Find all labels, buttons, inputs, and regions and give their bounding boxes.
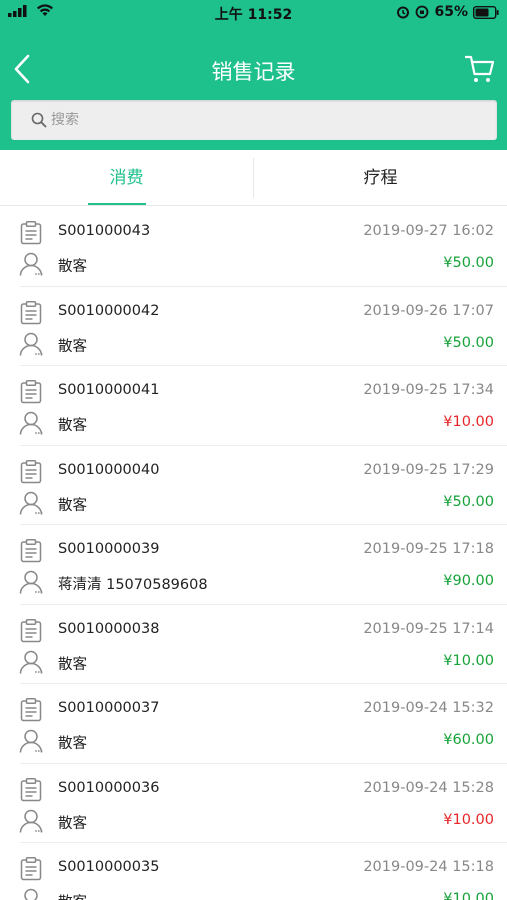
user-icon [19,252,43,276]
clipboard-icon [20,300,42,324]
list-item[interactable]: S0010000040 2019-09-25 17:29 散客 ¥50.00 [0,446,507,525]
order-number: S0010000042 [58,302,160,319]
customer-name: 散客 [58,497,87,514]
orientation-lock-icon [416,5,429,19]
order-amount: ¥10.00 [443,414,494,430]
clipboard-icon [20,221,42,245]
order-time: 2019-09-25 17:14 [363,620,494,637]
order-number: S0010000038 [58,620,160,637]
order-time: 2019-09-25 17:29 [363,461,494,478]
status-bar: 上午 11:52 65% [0,0,507,26]
order-number: S0010000037 [58,700,160,716]
active-tab-indicator [88,203,146,205]
list-item[interactable]: S0010000039 2019-09-25 17:18 蒋清清 1507058… [0,525,507,605]
order-amount: ¥50.00 [443,255,494,271]
clipboard-icon [20,380,42,404]
nav-bar: 销售记录 [0,40,507,98]
order-number: S0010000035 [58,859,160,875]
list-item[interactable]: S0010000035 2019-09-24 15:18 散客 ¥10.00 [0,843,507,900]
user-icon [19,650,43,674]
order-number: S0010000036 [58,779,160,796]
user-icon [19,809,43,833]
order-time: 2019-09-24 15:32 [363,700,494,716]
list-item[interactable]: S001000043 2019-09-27 16:02 散客 ¥50.00 [0,207,507,287]
cart-button[interactable] [464,54,495,84]
tab-consumption[interactable]: 消费 [0,150,253,206]
tab-bar: 消费 疗程 [0,150,507,206]
order-number: S0010000039 [58,541,160,557]
customer-name: 散客 [58,656,87,673]
customer-name: 散客 [58,891,87,900]
user-icon [19,570,43,594]
order-number: S0010000040 [58,461,160,478]
order-time: 2019-09-24 15:28 [363,779,494,796]
search-input[interactable] [51,100,481,140]
user-icon [19,491,43,515]
user-icon [24,888,38,900]
clipboard-icon [20,698,42,722]
list-item[interactable]: S0010000037 2019-09-24 15:32 散客 ¥60.00 [0,684,507,764]
cart-icon [464,55,495,82]
battery-percent: 65% [434,4,468,20]
user-icon [19,411,43,435]
user-icon [19,332,43,356]
clipboard-icon [20,857,42,881]
page-title: 销售记录 [211,60,296,84]
clipboard-icon [20,777,42,801]
order-amount: ¥50.00 [443,334,494,351]
order-time: 2019-09-27 16:02 [363,223,494,239]
order-number: S0010000041 [58,382,160,398]
order-time: 2019-09-25 17:18 [363,541,494,557]
user-icon [19,729,43,753]
list-item[interactable]: S0010000036 2019-09-24 15:28 散客 ¥10.00 [0,764,507,843]
sales-record-list: S001000043 2019-09-27 16:02 散客 ¥50.00 S0… [0,207,507,900]
search-bar [11,100,497,140]
tab-treatment[interactable]: 疗程 [254,150,507,206]
customer-name: 散客 [58,736,87,752]
search-icon [31,112,47,128]
order-amount: ¥10.00 [443,811,494,828]
customer-name: 散客 [58,418,87,434]
clipboard-icon [20,539,42,563]
order-amount: ¥60.00 [443,732,494,748]
order-amount: ¥10.00 [443,652,494,669]
status-bar-right: 65% [396,4,499,20]
customer-name: 散客 [58,815,87,832]
list-item[interactable]: S0010000042 2019-09-26 17:07 散客 ¥50.00 [0,287,507,366]
order-amount: ¥50.00 [443,493,494,510]
order-time: 2019-09-24 15:18 [363,859,494,875]
order-number: S001000043 [58,223,151,239]
list-item[interactable]: S0010000041 2019-09-25 17:34 散客 ¥10.00 [0,366,507,446]
list-item[interactable]: S0010000038 2019-09-25 17:14 散客 ¥10.00 [0,605,507,684]
order-amount: ¥10.00 [443,891,494,900]
order-time: 2019-09-26 17:07 [363,302,494,319]
app-header: 上午 11:52 65% 销售记录 [0,0,507,150]
battery-icon [473,5,499,19]
customer-name: 散客 [58,259,87,275]
customer-name: 散客 [58,338,87,355]
clipboard-icon [20,618,42,642]
clipboard-icon [20,459,42,483]
order-amount: ¥90.00 [443,573,494,589]
customer-name: 蒋清清 15070589608 [58,577,208,593]
order-time: 2019-09-25 17:34 [363,382,494,398]
alarm-icon [397,6,410,19]
